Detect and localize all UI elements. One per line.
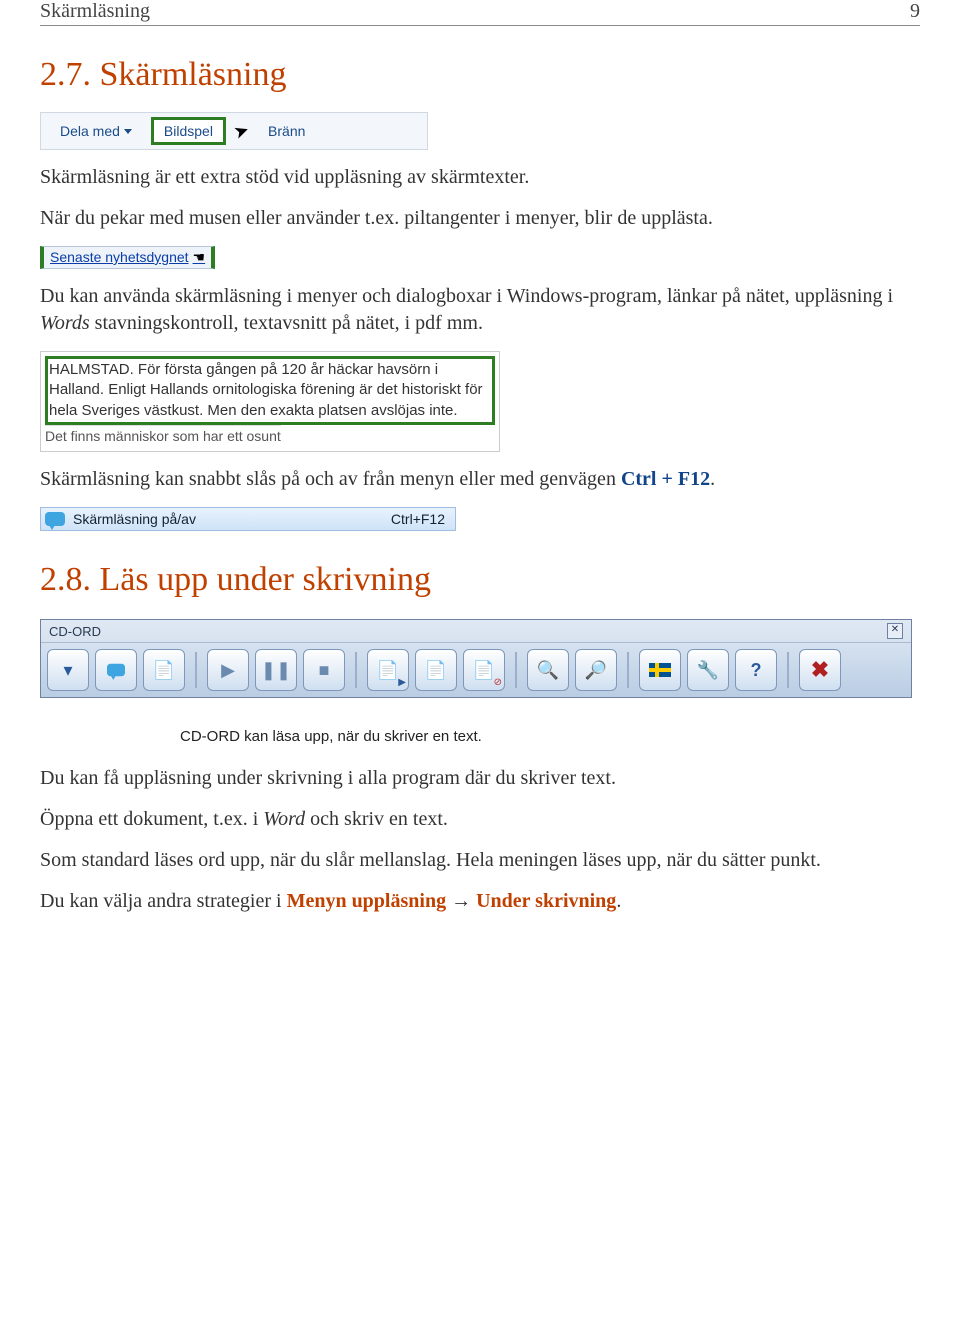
close-button[interactable]: ✕ xyxy=(887,623,903,639)
stop-button[interactable]: ■ xyxy=(303,649,345,691)
news-text-selection: HALMSTAD. För första gången på 120 år hä… xyxy=(40,351,500,452)
cdord-toolbar-body: ▾ 📄 ▶ ❚❚ ■ 📄▶ 📄 📄⊘ 🔍 🔎 🔧 ? ✖ xyxy=(41,643,911,697)
menu-item-shortcut: Ctrl+F12 xyxy=(391,511,445,527)
pause-icon: ❚❚ xyxy=(261,660,291,681)
brann-button[interactable]: Bränn xyxy=(257,119,316,143)
separator xyxy=(355,652,357,688)
play-button[interactable]: ▶ xyxy=(207,649,249,691)
doc-play-icon: 📄▶ xyxy=(377,660,399,681)
settings-button[interactable]: 🔧 xyxy=(687,649,729,691)
section-2-7-p3: Du kan använda skärmläsning i menyer och… xyxy=(40,283,920,337)
read-stop-button[interactable]: 📄⊘ xyxy=(463,649,505,691)
file-icon: 📄 xyxy=(153,660,175,681)
wrench-icon: 🔧 xyxy=(697,660,719,681)
dela-med-button[interactable]: Dela med xyxy=(49,119,143,143)
chevron-down-icon xyxy=(124,129,132,134)
section-2-8-title: 2.8. Läs upp under skrivning xyxy=(40,561,920,599)
cdord-title-text: CD-ORD xyxy=(49,624,101,639)
cdord-toolbar-window: CD-ORD ✕ ▾ 📄 ▶ ❚❚ ■ 📄▶ 📄 📄⊘ 🔍 🔎 🔧 ? ✖ xyxy=(40,619,912,698)
brann-label: Bränn xyxy=(268,123,305,139)
read-from-cursor-button[interactable]: 📄▶ xyxy=(367,649,409,691)
separator xyxy=(787,652,789,688)
speech-bubble-icon xyxy=(107,664,125,677)
zoom-out-button[interactable]: 🔍 xyxy=(527,649,569,691)
section-2-8-p1: Du kan få uppläsning under skrivning i a… xyxy=(40,765,920,792)
hand-cursor-icon: ☚ xyxy=(193,249,206,266)
separator xyxy=(515,652,517,688)
doc-stop-icon: 📄⊘ xyxy=(473,660,495,681)
section-2-7-p2: När du pekar med musen eller använder t.… xyxy=(40,205,920,232)
minimize-button[interactable]: ▾ xyxy=(47,649,89,691)
help-button[interactable]: ? xyxy=(735,649,777,691)
bildspel-label: Bildspel xyxy=(164,123,213,139)
speech-button[interactable] xyxy=(95,649,137,691)
dela-med-label: Dela med xyxy=(60,123,120,139)
page-header: Skärmläsning 9 xyxy=(40,0,920,26)
play-icon: ▶ xyxy=(221,660,235,681)
section-2-7-p1: Skärmläsning är ett extra stöd vid upplä… xyxy=(40,164,920,191)
section-2-8-p2: Öppna ett dokument, t.ex. i Word och skr… xyxy=(40,806,920,833)
separator xyxy=(627,652,629,688)
help-icon: ? xyxy=(751,660,762,681)
exit-button[interactable]: ✖ xyxy=(799,649,841,691)
menu-item-label: Skärmläsning på/av xyxy=(73,511,196,527)
cdord-description: CD-ORD kan läsa upp, när du skriver en t… xyxy=(180,728,920,745)
doc-icon: 📄 xyxy=(425,660,447,681)
close-icon: ✖ xyxy=(811,657,829,683)
below-text: Det finns människor som har ett osunt xyxy=(45,425,281,444)
minimize-icon: ▾ xyxy=(63,660,72,681)
header-section: Skärmläsning xyxy=(40,0,150,23)
language-button[interactable] xyxy=(639,649,681,691)
file-button[interactable]: 📄 xyxy=(143,649,185,691)
sweden-flag-icon xyxy=(649,663,671,677)
link-text: Senaste nyhetsdygnet xyxy=(50,249,189,265)
cdord-titlebar: CD-ORD ✕ xyxy=(41,620,911,643)
speech-bubble-icon xyxy=(45,512,65,526)
section-2-7-p4: Skärmläsning kan snabbt slås på och av f… xyxy=(40,466,920,493)
cursor-icon: ➤ xyxy=(231,119,252,144)
section-2-8-p3: Som standard läses ord upp, när du slår … xyxy=(40,847,920,874)
separator xyxy=(195,652,197,688)
selected-text: HALMSTAD. För första gången på 120 år hä… xyxy=(45,356,495,425)
bildspel-button[interactable]: Bildspel xyxy=(151,117,226,145)
section-2-7-title: 2.7. Skärmläsning xyxy=(40,56,920,94)
stop-icon: ■ xyxy=(319,660,330,681)
magnifier-minus-icon: 🔍 xyxy=(537,660,559,681)
magnifier-plus-icon: 🔎 xyxy=(585,660,607,681)
header-page-number: 9 xyxy=(910,0,920,23)
pause-button[interactable]: ❚❚ xyxy=(255,649,297,691)
zoom-in-button[interactable]: 🔎 xyxy=(575,649,617,691)
skarmlasning-menu-item[interactable]: Skärmläsning på/av Ctrl+F12 xyxy=(40,507,456,531)
section-2-8-p4: Du kan välja andra strategier i Menyn up… xyxy=(40,888,920,915)
senaste-nyhetsdygnet-link[interactable]: Senaste nyhetsdygnet ☚ xyxy=(40,246,215,269)
explorer-toolbar: Dela med Bildspel ➤ Bränn xyxy=(40,112,428,150)
read-page-button[interactable]: 📄 xyxy=(415,649,457,691)
